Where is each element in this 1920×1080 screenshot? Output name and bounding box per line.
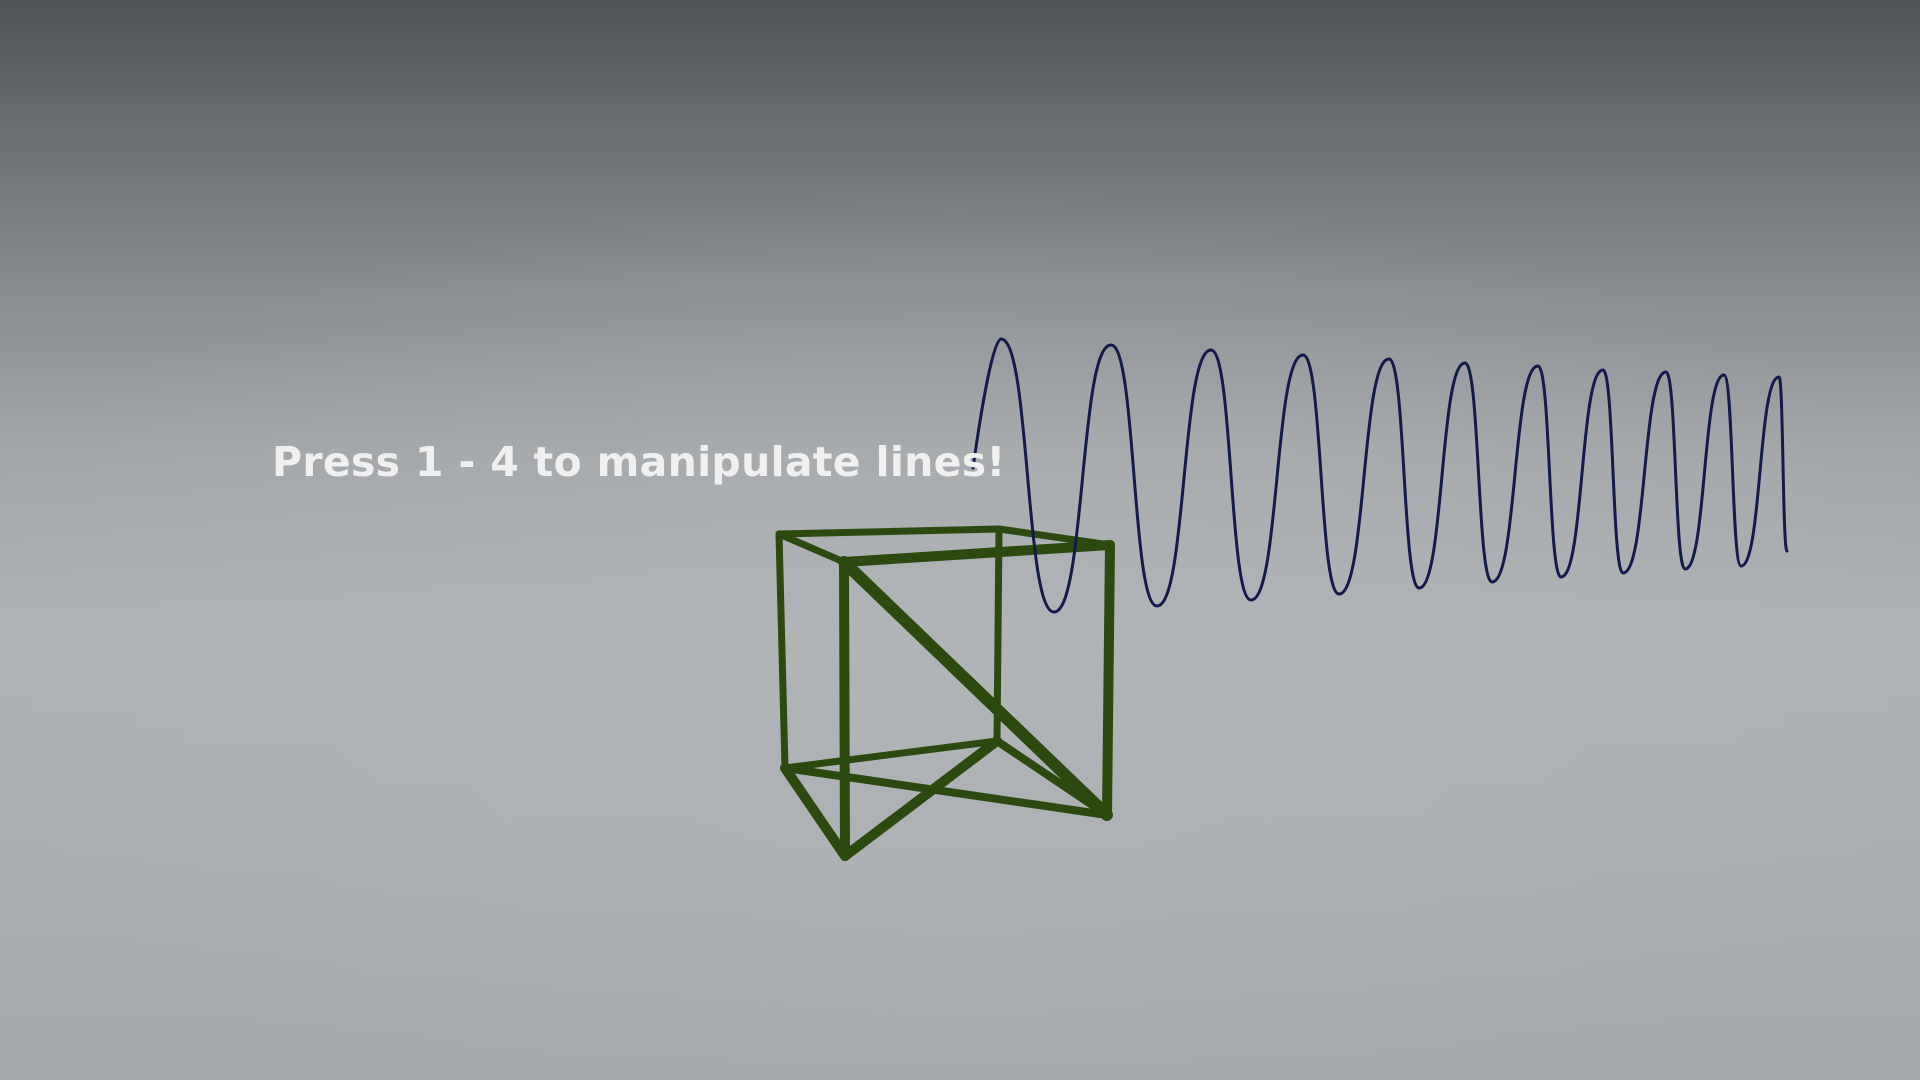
instruction-text: Press 1 - 4 to manipulate lines! bbox=[272, 438, 1006, 486]
sine-wave-line bbox=[971, 337, 1789, 614]
cube-edge bbox=[775, 525, 1003, 538]
cube-edge bbox=[780, 763, 850, 861]
debug-lines-scene bbox=[775, 337, 1789, 861]
cube-edge bbox=[775, 530, 789, 772]
wireframe-cube bbox=[775, 525, 1115, 861]
cube-edge bbox=[839, 557, 850, 861]
game-viewport: Press 1 - 4 to manipulate lines! bbox=[0, 0, 1920, 1080]
cube-edge bbox=[775, 530, 848, 566]
cube-edge bbox=[839, 540, 1115, 567]
cube-edge bbox=[1102, 540, 1115, 820]
cube-diagonal bbox=[838, 556, 1113, 821]
